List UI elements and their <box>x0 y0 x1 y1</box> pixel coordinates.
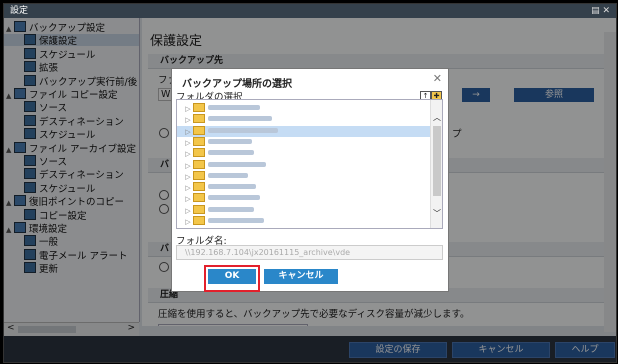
folder-item[interactable]: ▷ <box>177 159 435 171</box>
folder-icon <box>193 216 205 225</box>
folder-item[interactable]: ▷ <box>177 193 435 204</box>
folder-item[interactable]: ▷ <box>177 170 435 182</box>
folder-path-input[interactable]: \\192.168.7.104\jx20161115_archive\vde <box>176 245 443 260</box>
expand-arrow-icon[interactable]: ▷ <box>183 217 193 228</box>
blurred-folder-name <box>208 138 252 144</box>
folder-icon <box>193 193 205 203</box>
folder-icon <box>193 114 205 124</box>
folder-item[interactable]: ▷ <box>177 103 435 114</box>
ok-button[interactable]: OK <box>208 269 256 284</box>
blurred-folder-name <box>208 195 260 201</box>
folder-item[interactable]: ▷ <box>177 125 435 137</box>
folder-scrollbar[interactable]: ︿ ﹀ <box>430 100 442 228</box>
dialog-title: バックアップ場所の選択 <box>182 79 292 90</box>
folder-icon <box>193 148 205 158</box>
folder-item[interactable]: ▷ <box>177 216 435 227</box>
folder-item[interactable]: ▷ <box>177 204 435 216</box>
blurred-folder-name <box>208 184 256 190</box>
folder-icon <box>193 182 205 192</box>
title-bar: 設定 ▤ ✕ <box>4 4 616 18</box>
blurred-folder-name <box>208 218 264 223</box>
scroll-down-icon[interactable]: ﹀ <box>433 208 441 219</box>
blurred-folder-name <box>208 150 254 156</box>
folder-icon <box>193 204 205 214</box>
blurred-folder-name <box>208 161 266 167</box>
close-icon[interactable]: ✕ <box>433 72 442 85</box>
backup-location-dialog: バックアップ場所の選択 ✕ フォルダの選択 ↑ ✚ ▷ ▷ ▷ ▷ ▷ ▷ ▷ ▷ ▷ ▷ ▷ ︿ … <box>171 68 449 292</box>
blurred-folder-name <box>208 127 278 133</box>
blurred-folder-name <box>208 206 254 212</box>
folder-icon <box>193 136 205 146</box>
scroll-up-icon[interactable]: ︿ <box>433 112 441 123</box>
dialog-cancel-button[interactable]: キャンセル <box>264 269 338 284</box>
folder-item[interactable]: ▷ <box>177 182 435 193</box>
folder-icon <box>193 170 205 180</box>
folder-item[interactable]: ▷ <box>177 114 435 125</box>
window-title: 設定 <box>10 6 29 16</box>
folder-tree: ▷ ▷ ▷ ▷ ▷ ▷ ▷ ▷ ▷ ▷ ▷ ︿ ﹀ <box>176 99 443 229</box>
folder-icon <box>193 159 205 169</box>
folder-icon <box>193 103 205 112</box>
blurred-folder-name <box>208 172 248 178</box>
scroll-thumb[interactable] <box>433 126 441 196</box>
blurred-folder-name <box>208 105 260 110</box>
window-controls[interactable]: ▤ ✕ <box>591 4 610 18</box>
folder-item[interactable]: ▷ <box>177 136 435 148</box>
folder-icon <box>193 125 205 135</box>
blurred-folder-name <box>208 116 272 122</box>
folder-item[interactable]: ▷ <box>177 148 435 159</box>
